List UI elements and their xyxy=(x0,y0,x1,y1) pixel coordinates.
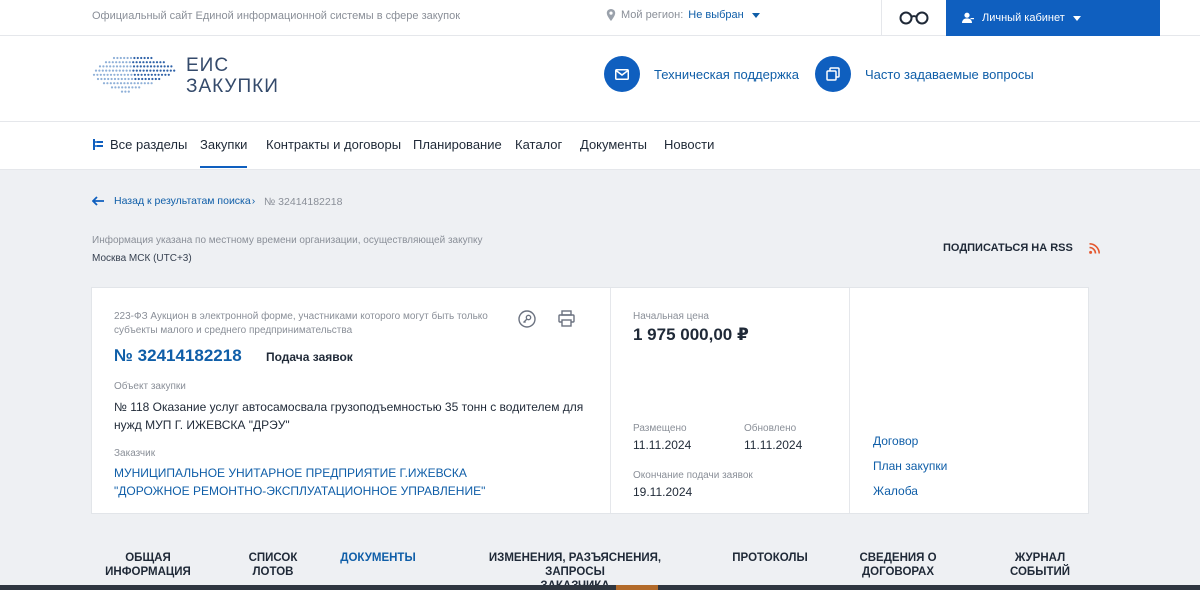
region-selector[interactable]: Мой регион: Не выбран xyxy=(606,9,760,21)
tab-event-log[interactable]: ЖУРНАЛ СОБЫТИЙ xyxy=(1000,551,1080,579)
tab-documents[interactable]: ДОКУМЕНТЫ xyxy=(336,551,420,565)
faq-link[interactable]: Часто задаваемые вопросы xyxy=(815,56,1034,92)
print-icon[interactable] xyxy=(558,310,575,327)
divider xyxy=(849,288,850,513)
glasses-icon xyxy=(899,11,929,25)
mail-icon xyxy=(604,56,640,92)
tab-label-line1: ПРОТОКОЛЫ xyxy=(732,552,808,564)
nav-item-documents[interactable]: Документы xyxy=(580,137,647,152)
tab-protocols[interactable]: ПРОТОКОЛЫ xyxy=(728,551,812,565)
procurement-type: 223-ФЗ Аукцион в электронной форме, учас… xyxy=(114,311,488,336)
tab-label-line2: ДОГОВОРАХ xyxy=(861,566,935,578)
key-icon[interactable] xyxy=(518,310,536,328)
tab-label-line1: ОБЩАЯ xyxy=(125,552,171,564)
tab-label-line1: ЖУРНАЛ xyxy=(1014,552,1066,564)
updated-label: Обновлено xyxy=(744,423,797,434)
chevron-down-icon xyxy=(1072,15,1081,21)
back-to-results-link[interactable]: Назад к результатам поиска › xyxy=(92,195,255,207)
site-header: ЕИС ЗАКУПКИ Техническая поддержка Часто … xyxy=(0,36,1200,122)
price-value: 1 975 000,00 ₽ xyxy=(633,325,749,344)
customer-label: Заказчик xyxy=(114,448,156,459)
bottom-accent xyxy=(616,585,658,590)
nav-item-catalog[interactable]: Каталог xyxy=(515,137,562,152)
location-pin-icon xyxy=(606,9,616,21)
updated-value: 11.11.2024 xyxy=(744,438,803,452)
complaint-link[interactable]: Жалоба xyxy=(873,484,918,498)
tab-label-line2: ИНФОРМАЦИЯ xyxy=(105,566,191,578)
registry-number: № 32414182218 xyxy=(114,346,242,365)
cabinet-label: Личный кабинет xyxy=(982,12,1065,24)
nav-item-planning[interactable]: Планирование xyxy=(413,137,502,152)
procurement-card: 223-ФЗ Аукцион в электронной форме, учас… xyxy=(91,287,1089,514)
contract-link[interactable]: Договор xyxy=(873,434,918,448)
posted-label: Размещено xyxy=(633,423,687,434)
customer-link[interactable]: МУНИЦИПАЛЬНОЕ УНИТАРНОЕ ПРЕДПРИЯТИЕ Г.ИЖ… xyxy=(114,464,534,500)
region-label: Мой регион: xyxy=(621,9,684,21)
procurement-stage: Подача заявок xyxy=(266,350,353,364)
deadline-value: 19.11.2024 xyxy=(633,485,693,499)
back-label: Назад к результатам поиска xyxy=(114,195,251,207)
logo-text-line1: ЕИС xyxy=(186,55,230,76)
nav-all-sections[interactable]: Все разделы xyxy=(92,137,187,152)
tab-label-line2: ЛОТОВ xyxy=(252,566,294,578)
sections-icon xyxy=(93,139,103,150)
russia-map-logo-icon xyxy=(92,56,176,93)
tech-support-link[interactable]: Техническая поддержка xyxy=(604,56,799,92)
user-icon xyxy=(962,12,974,23)
tab-label-line2: СОБЫТИЙ xyxy=(1009,566,1071,578)
tab-label-line1: ИЗМЕНЕНИЯ, РАЗЪЯСНЕНИЯ, ЗАПРОСЫ xyxy=(488,552,662,578)
object-label: Объект закупки xyxy=(114,381,186,392)
divider xyxy=(610,288,611,513)
tab-contracts-info[interactable]: СВЕДЕНИЯ О ДОГОВОРАХ xyxy=(850,551,946,579)
rss-subscribe-link[interactable]: ПОДПИСАТЬСЯ НА RSS xyxy=(943,242,1100,254)
main-nav: Все разделы Закупки Контракты и договоры… xyxy=(0,122,1200,170)
site-description: Официальный сайт Единой информационной с… xyxy=(92,10,461,22)
tech-support-label: Техническая поддержка xyxy=(654,66,799,82)
posted-value: 11.11.2024 xyxy=(633,438,692,452)
region-value[interactable]: Не выбран xyxy=(688,9,743,21)
tab-general-info[interactable]: ОБЩАЯ ИНФОРМАЦИЯ xyxy=(98,551,198,579)
nav-item-purchases[interactable]: Закупки xyxy=(200,137,248,168)
nav-item-contracts[interactable]: Контракты и договоры xyxy=(266,137,401,152)
deadline-label: Окончание подачи заявок xyxy=(633,470,753,481)
faq-icon xyxy=(815,56,851,92)
nav-item-news[interactable]: Новости xyxy=(664,137,714,152)
logo[interactable]: ЕИС ЗАКУПКИ xyxy=(92,54,279,98)
tab-label-line1: ДОКУМЕНТЫ xyxy=(340,552,416,564)
object-value: № 118 Оказание услуг автосамосвала грузо… xyxy=(114,400,584,432)
arrow-left-icon xyxy=(92,196,104,206)
price-label: Начальная цена xyxy=(633,311,709,322)
chevron-down-icon xyxy=(751,12,760,18)
faq-label: Часто задаваемые вопросы xyxy=(865,66,1034,82)
top-bar: Официальный сайт Единой информационной с… xyxy=(0,0,1200,36)
timezone-value: Москва МСК (UTC+3) xyxy=(92,253,192,264)
accessibility-button[interactable] xyxy=(881,0,946,36)
chevron-right-icon: › xyxy=(251,195,256,207)
tab-label-line1: СВЕДЕНИЯ О xyxy=(859,552,937,564)
logo-text-line2: ЗАКУПКИ xyxy=(186,76,279,97)
personal-cabinet-button[interactable]: Личный кабинет xyxy=(946,0,1160,36)
rss-label: ПОДПИСАТЬСЯ НА RSS xyxy=(943,242,1073,254)
tab-lots-list[interactable]: СПИСОК ЛОТОВ xyxy=(238,551,308,579)
nav-all-sections-label: Все разделы xyxy=(110,137,188,152)
rss-icon xyxy=(1088,242,1100,254)
breadcrumb-current: № 32414182218 xyxy=(264,196,343,208)
bottom-strip xyxy=(0,585,1200,590)
procurement-plan-link[interactable]: План закупки xyxy=(873,459,947,473)
timezone-note: Информация указана по местному времени о… xyxy=(92,235,483,246)
tab-label-line1: СПИСОК xyxy=(248,552,298,564)
